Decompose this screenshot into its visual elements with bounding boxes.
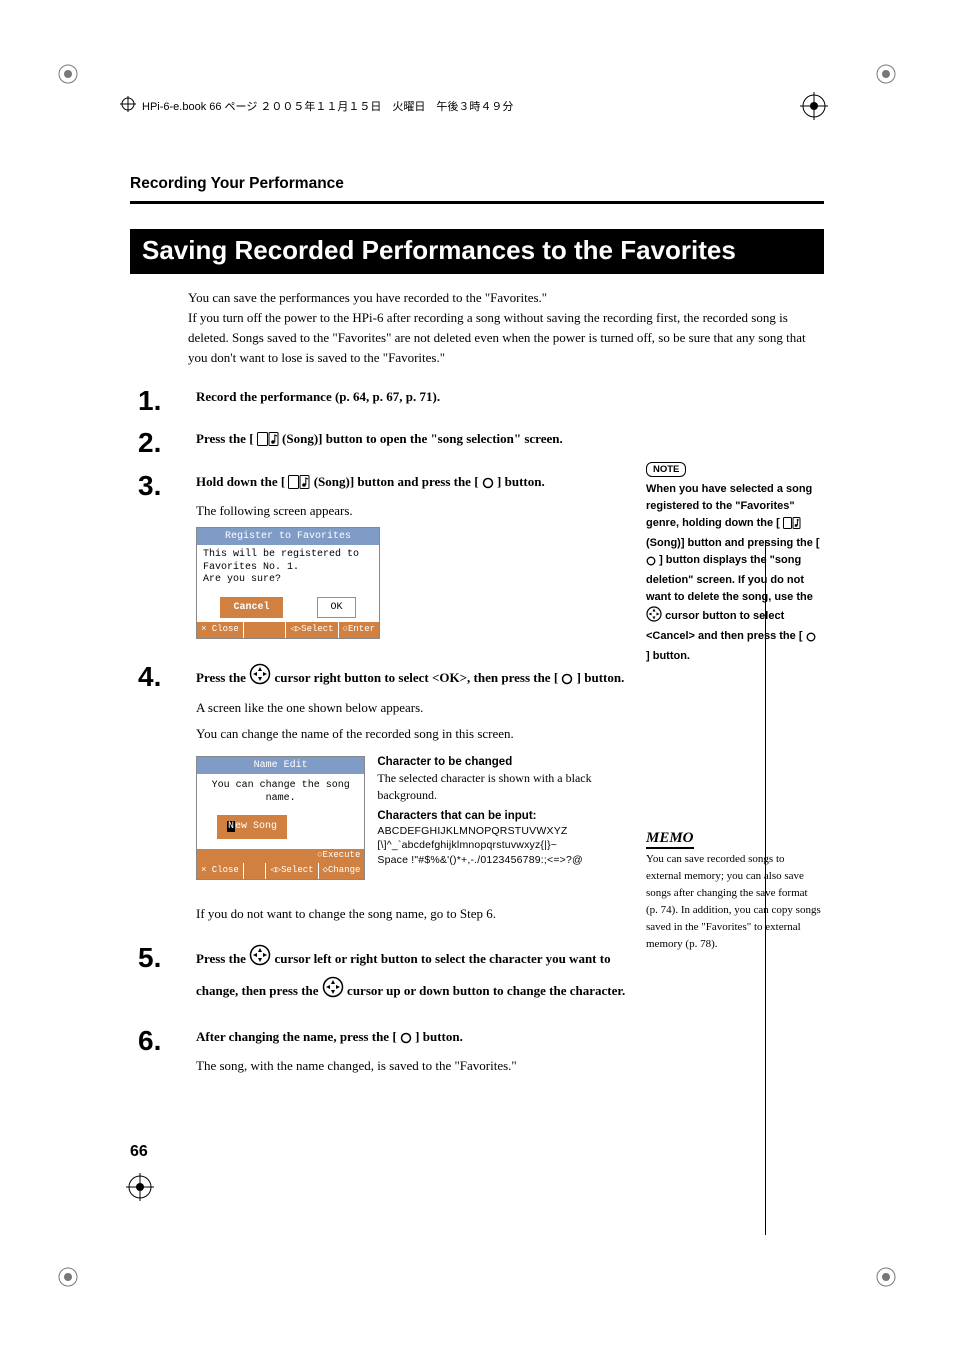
step-follow: The following screen appears. [196, 501, 632, 521]
lcd-execute: ○Execute [197, 849, 364, 863]
lcd-register-favorites: Register to Favorites This will be regis… [196, 527, 380, 639]
crop-mark [876, 1267, 896, 1287]
step-follow: The song, with the name changed, is save… [196, 1056, 632, 1076]
step-number: 1. [130, 387, 196, 415]
step-3: 3. Hold down the [ (Song)] button and pr… [130, 472, 632, 650]
note-label: NOTE [646, 462, 686, 477]
step-instruction: Record the performance (p. 64, p. 67, p.… [196, 387, 632, 407]
step-number: 3. [130, 472, 196, 650]
circle-icon [482, 475, 494, 495]
circle-icon [646, 555, 656, 572]
step-4: 4. Press the cursor right button to sele… [130, 663, 632, 930]
step-number: 2. [130, 429, 196, 458]
step-number: 4. [130, 663, 196, 930]
crop-mark [876, 64, 896, 84]
circle-icon [561, 671, 573, 691]
circle-icon [806, 631, 816, 648]
lcd-footer: × Close ◁▷Select ○Enter [197, 622, 379, 638]
step-text: A screen like the one shown below appear… [196, 698, 632, 718]
lcd-body: This will be registered to Favorites No.… [197, 545, 379, 591]
step-6: 6. After changing the name, press the [ … [130, 1027, 632, 1082]
note-text: When you have selected a song registered… [646, 481, 822, 665]
lcd-ok-button: OK [317, 597, 355, 619]
step-number: 6. [130, 1027, 196, 1082]
intro-text: You can save the performances you have r… [188, 288, 824, 369]
crop-mark [58, 1267, 78, 1287]
cursor-icon [249, 944, 271, 975]
step-1: 1. Record the performance (p. 64, p. 67,… [130, 387, 632, 415]
step-after: If you do not want to change the song na… [196, 904, 632, 924]
step-instruction: Hold down the [ (Song)] button and press… [196, 472, 632, 495]
step-number: 5. [130, 944, 196, 1013]
registration-mark-icon [126, 1173, 154, 1201]
lcd-title: Register to Favorites [197, 528, 379, 546]
step-instruction: Press the [ (Song)] button to open the "… [196, 429, 632, 452]
memo-text: You can save recorded songs to external … [646, 851, 822, 953]
song-icon [783, 517, 801, 535]
target-icon [120, 96, 136, 115]
cursor-icon [249, 663, 271, 691]
step-instruction: Press the cursor right button to select … [196, 663, 632, 691]
head-rule [130, 201, 824, 204]
step-instruction: Press the cursor left or right button to… [196, 944, 632, 1007]
lcd-footer: × Close ◁▷Select ◇Change [197, 863, 364, 879]
step-2: 2. Press the [ (Song)] button to open th… [130, 429, 632, 458]
page-title: Saving Recorded Performances to the Favo… [130, 229, 824, 274]
registration-mark-icon [800, 92, 828, 120]
lcd-song-name: New Song [217, 815, 287, 839]
step-instruction: After changing the name, press the [ ] b… [196, 1027, 632, 1050]
character-explanation: Character to be changed The selected cha… [377, 750, 632, 868]
lcd-prompt: You can change the song name. [197, 774, 364, 807]
cursor-icon [322, 976, 344, 1007]
step-5: 5. Press the cursor left or right button… [130, 944, 632, 1013]
lcd-cancel-button: Cancel [220, 597, 282, 619]
song-icon [288, 475, 310, 495]
print-header-text: HPi-6-e.book 66 ページ ２００５年１１月１５日 火曜日 午後３時… [142, 98, 513, 114]
step-text: You can change the name of the recorded … [196, 724, 632, 744]
circle-icon [400, 1030, 412, 1050]
running-head: Recording Your Performance [130, 175, 824, 201]
column-divider [765, 540, 766, 1235]
memo-label: MEMO [646, 830, 694, 849]
page-number: 66 [130, 1143, 148, 1161]
lcd-name-edit: Name Edit You can change the song name. … [196, 756, 365, 880]
song-icon [257, 432, 279, 452]
print-header: HPi-6-e.book 66 ページ ２００５年１１月１５日 火曜日 午後３時… [120, 96, 513, 115]
lcd-title: Name Edit [197, 757, 364, 775]
crop-mark [58, 64, 78, 84]
cursor-icon [646, 606, 662, 628]
